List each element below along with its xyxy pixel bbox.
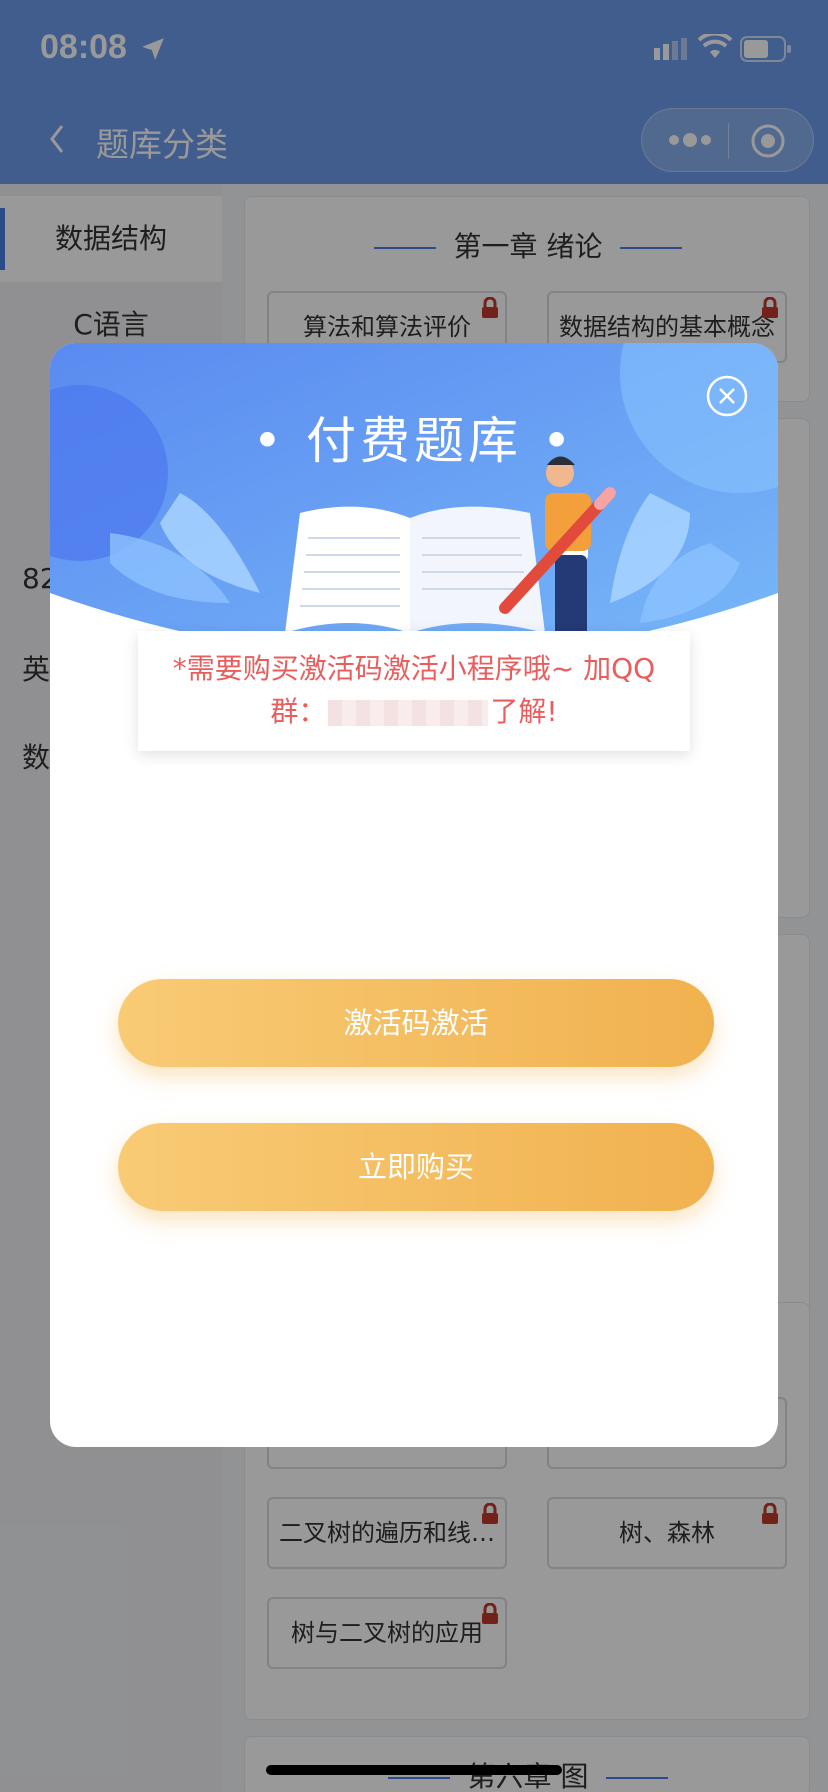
- buy-now-button[interactable]: 立即购买: [118, 1123, 714, 1211]
- notice-line-2: 群： 了解!: [270, 695, 558, 728]
- notice-line-1: *需要购买激活码激活小程序哦~ 加QQ: [172, 652, 656, 685]
- modal-title: • 付费题库 •: [252, 412, 576, 470]
- banner-illustration: [50, 343, 778, 665]
- activate-code-button[interactable]: 激活码激活: [118, 979, 714, 1067]
- close-icon[interactable]: [706, 375, 748, 417]
- paid-bank-modal: • 付费题库 • *需要购买激活码激活小程序哦~ 加QQ 群： 了解! 激活码激活…: [50, 343, 778, 1447]
- home-indicator: [266, 1765, 562, 1775]
- purchase-notice: *需要购买激活码激活小程序哦~ 加QQ 群： 了解!: [138, 631, 690, 751]
- redacted-qq-group: [328, 700, 489, 726]
